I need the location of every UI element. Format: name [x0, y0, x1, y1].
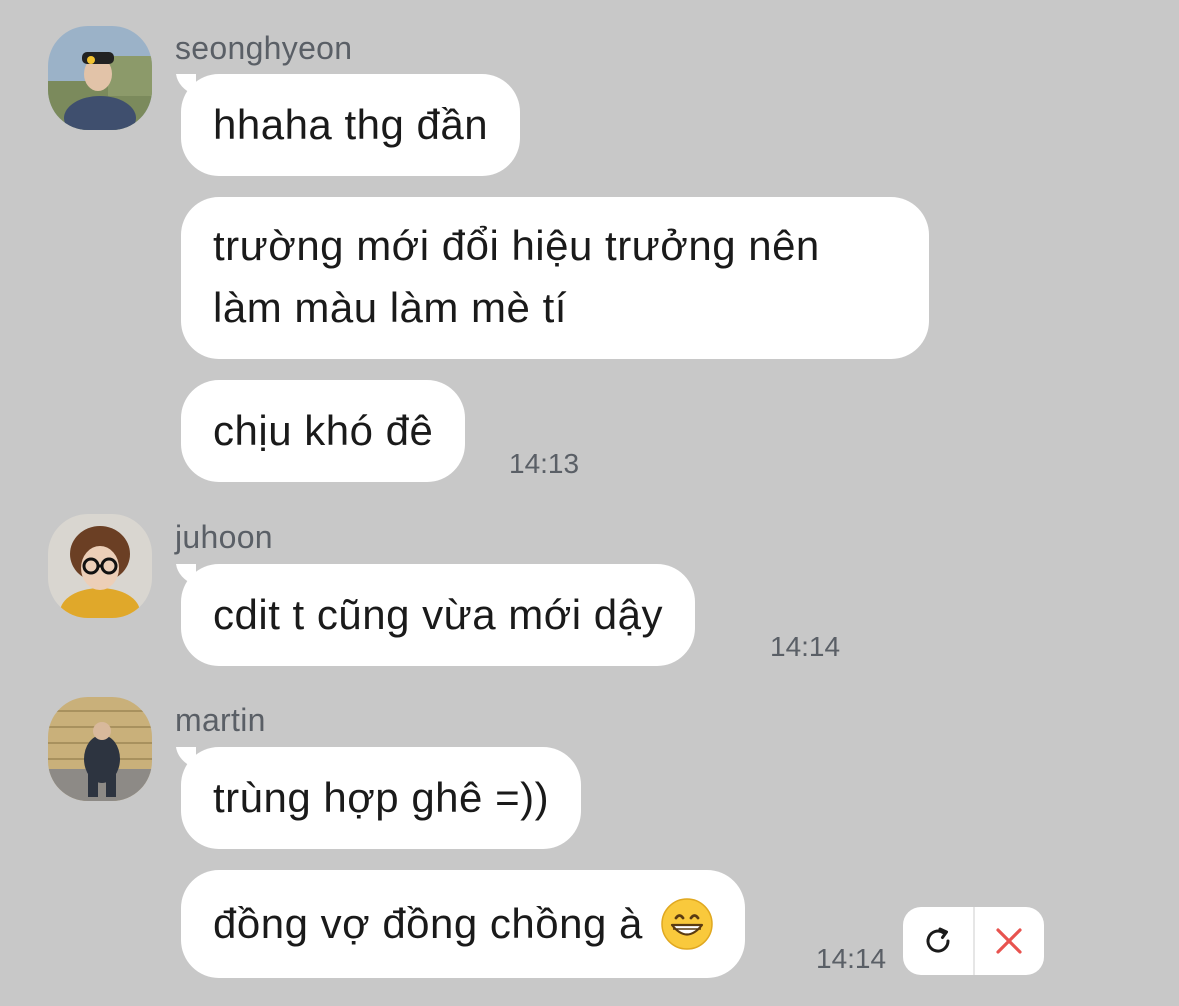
failed-message-actions [903, 907, 1044, 975]
avatar-martin[interactable] [48, 697, 152, 801]
grinning-face-icon [661, 898, 713, 950]
message-timestamp: 14:14 [816, 943, 887, 974]
message-text: trường mới đổi hiệu trưởng nên làm màu l… [213, 222, 820, 331]
avatar-juhoon[interactable] [48, 514, 152, 618]
avatar-martin-image [48, 697, 152, 801]
sender-name: juhoon [175, 519, 273, 555]
avatar-seonghyeon[interactable] [48, 26, 152, 130]
sender-name: seonghyeon [175, 30, 353, 66]
retry-icon [926, 927, 950, 953]
message-bubble[interactable]: cdit t cũng vừa mới dậy [181, 564, 695, 666]
message-text: chịu khó đê [213, 407, 434, 454]
message-text: hhaha thg đần [213, 101, 489, 148]
message-timestamp: 14:13 [509, 448, 580, 479]
message-bubble[interactable]: đồng vợ đồng chồng à [181, 870, 745, 978]
message-timestamp: 14:14 [770, 631, 841, 662]
avatar-juhoon-image [48, 514, 152, 618]
message-bubble[interactable]: hhaha thg đần [181, 74, 521, 176]
close-icon [996, 928, 1022, 954]
message-bubble[interactable]: trùng hợp ghê =)) [181, 747, 582, 849]
message-text: trùng hợp ghê =)) [213, 774, 550, 821]
sender-name: martin [175, 702, 266, 738]
retry-button[interactable] [903, 907, 973, 975]
message-bubble[interactable]: trường mới đổi hiệu trưởng nên làm màu l… [181, 197, 929, 359]
avatar-seonghyeon-image [48, 26, 152, 130]
delete-button[interactable] [975, 907, 1045, 975]
message-bubble[interactable]: chịu khó đê [181, 380, 466, 482]
message-text: đồng vợ đồng chồng à [213, 900, 643, 947]
message-text: cdit t cũng vừa mới dậy [213, 591, 663, 638]
